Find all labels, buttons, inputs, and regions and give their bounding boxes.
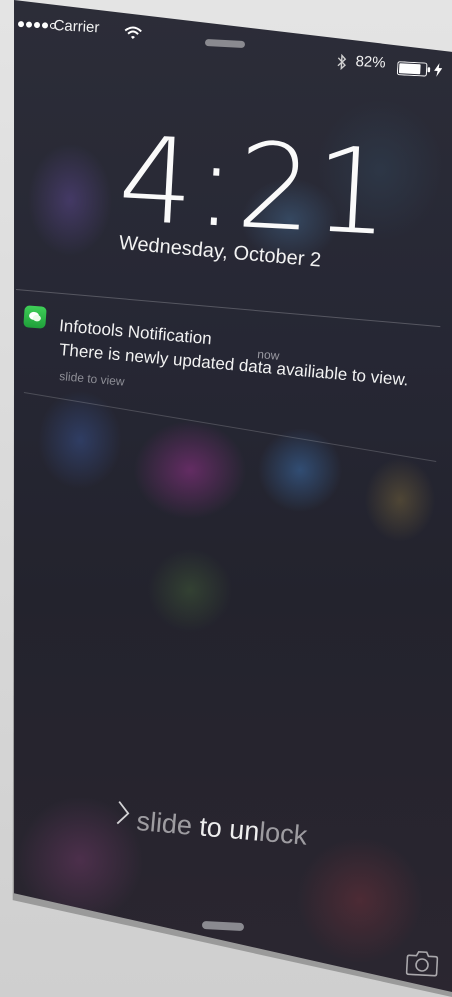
clock-time: 4:21: [115, 110, 396, 263]
notification-divider-bottom: [23, 392, 437, 462]
signal-strength-icon: [17, 21, 57, 29]
notification-center-grabber[interactable]: [204, 38, 246, 49]
bluetooth-icon: [336, 53, 347, 75]
battery-percentage: 82%: [355, 53, 386, 72]
slide-to-unlock[interactable]: slide to unlock: [135, 806, 308, 852]
chevron-right-icon: [115, 799, 132, 831]
unlock-label-part2: to un: [198, 811, 261, 847]
unlock-label-part3: lock: [258, 816, 309, 851]
battery-icon: [396, 61, 432, 82]
carrier-name: Carrier: [53, 17, 100, 37]
unlock-label-part1: slide: [135, 806, 201, 842]
camera-icon[interactable]: [405, 949, 439, 982]
messages-app-icon: [23, 305, 47, 329]
lock-screen[interactable]: Carrier 82% 4:21 Wednesday, October 2 In…: [14, 0, 452, 993]
control-center-grabber[interactable]: [201, 920, 245, 932]
device-stage: Carrier 82% 4:21 Wednesday, October 2 In…: [0, 0, 452, 997]
notification-action-hint[interactable]: slide to view: [59, 369, 125, 389]
charging-bolt-icon: [434, 63, 443, 82]
wifi-icon: [124, 26, 143, 46]
